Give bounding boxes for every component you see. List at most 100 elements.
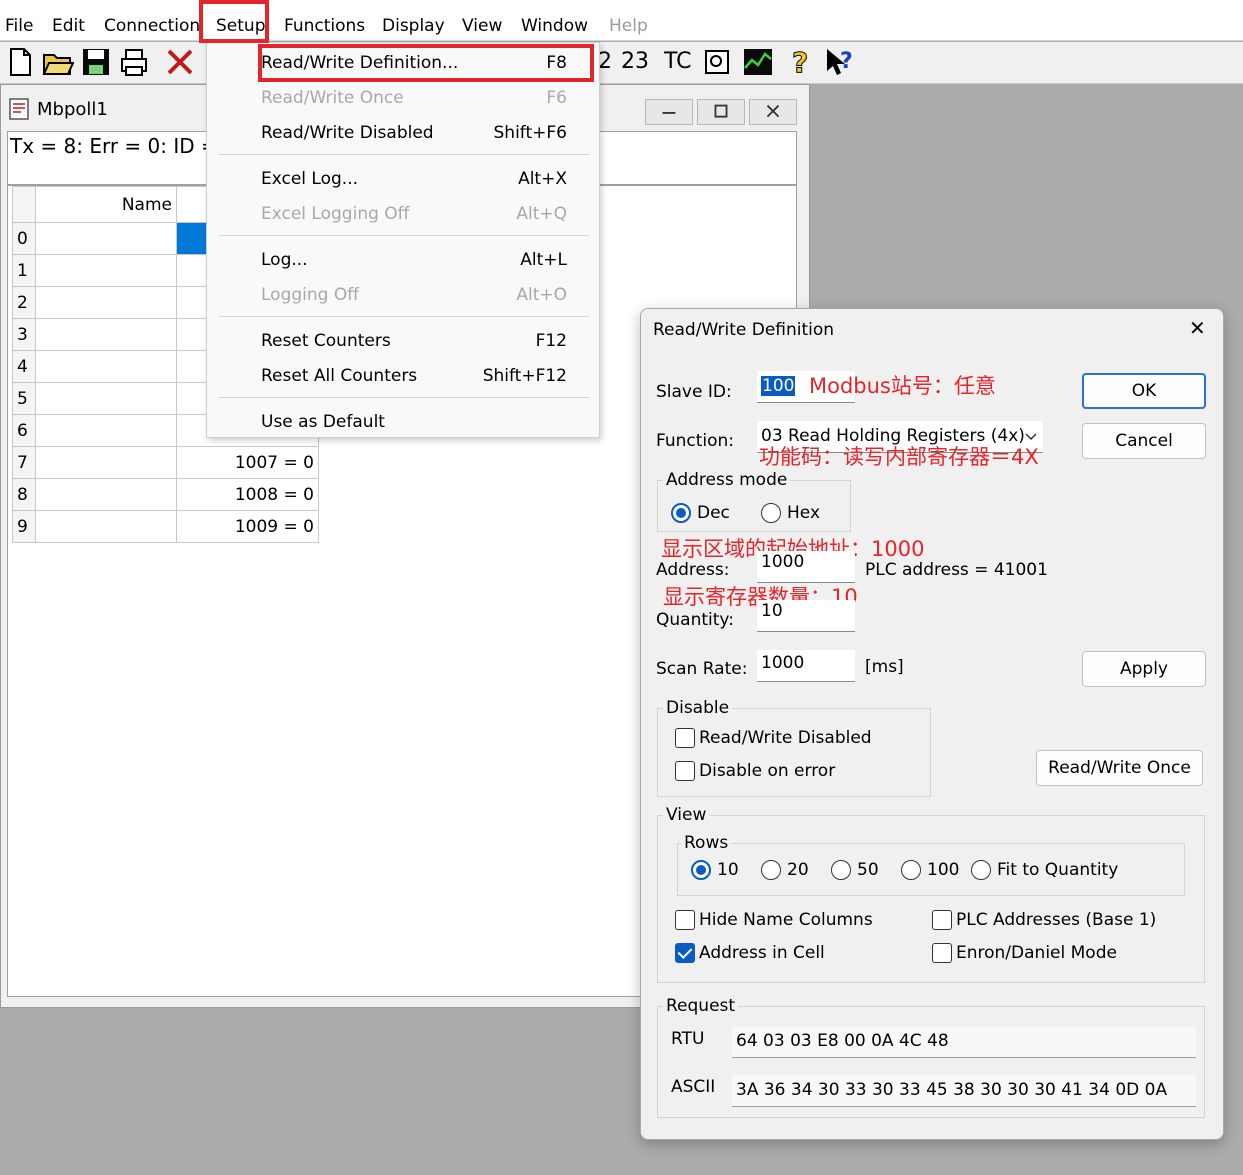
enron-mode-checkbox[interactable] [932,943,952,963]
menu-display[interactable]: Display [382,14,445,38]
cancel-button[interactable]: Cancel [1082,423,1206,459]
row-header: 0 [12,222,36,255]
hex-label: Hex [787,503,821,523]
enron-mode-label: Enron/Daniel Mode [956,943,1117,963]
menu-item-read-write-once[interactable]: Read/Write Once F6 [261,87,567,109]
plc-address-text: PLC address = 41001 [865,560,1048,580]
menu-edit[interactable]: Edit [52,14,85,38]
menu-connection[interactable]: Connection [104,14,200,38]
hex-radio[interactable] [761,503,781,523]
rw-disabled-checkbox[interactable] [675,728,695,748]
minimize-button[interactable] [645,99,693,125]
rows-fit-radio[interactable] [971,860,991,880]
menu-item-use-as-default[interactable]: Use as Default [261,411,567,433]
row-header: 2 [12,286,36,319]
rows-20-radio[interactable] [761,860,781,880]
close-icon[interactable]: ✕ [1189,317,1206,339]
row-header: 4 [12,350,36,383]
plc-addresses-label: PLC Addresses (Base 1) [956,910,1157,930]
menu-separator [219,397,589,398]
setup-menu-dropdown: Read/Write Definition... F8 Read/Write On… [206,42,600,438]
toolbar-2-button[interactable]: 2 [598,48,612,76]
rows-50-radio[interactable] [831,860,851,880]
toolbar: 2 23 TC ? ? [0,42,1243,84]
address-in-cell-checkbox[interactable] [675,943,695,963]
menu-item-read-write-disabled[interactable]: Read/Write Disabled Shift+F6 [261,122,567,144]
quantity-field[interactable]: 10 [757,600,855,632]
slave-id-label: Slave ID: [656,382,732,402]
value-cell[interactable]: 1007 = 0 [176,446,319,479]
context-help-icon[interactable]: ? [824,46,856,78]
value-cell[interactable]: 1008 = 0 [176,478,319,511]
toolbar-23-button[interactable]: 23 [621,48,649,76]
view-group-label: View [663,804,710,826]
address-mode-label: Address mode [663,469,791,491]
menu-item-reset-all-counters[interactable]: Reset All Counters Shift+F12 [261,365,567,387]
row-header: 5 [12,382,36,415]
menu-functions[interactable]: Functions [284,14,365,38]
name-cell[interactable] [35,382,177,415]
rows-100-radio[interactable] [901,860,921,880]
name-cell[interactable] [35,222,177,255]
maximize-button[interactable] [697,99,745,125]
menu-separator [219,235,589,236]
row-header: 6 [12,414,36,447]
print-icon[interactable] [118,46,150,78]
ok-button[interactable]: OK [1082,373,1206,409]
menu-item-log[interactable]: Log... Alt+L [261,249,567,271]
name-cell[interactable] [35,286,177,319]
disable-on-error-checkbox[interactable] [675,761,695,781]
row-header: 7 [12,446,36,479]
disable-group-label: Disable [663,697,733,719]
menu-item-logging-off[interactable]: Logging Off Alt+O [261,284,567,306]
new-file-icon[interactable] [4,46,36,78]
chart-icon[interactable] [742,46,774,78]
menu-item-excel-log[interactable]: Excel Log... Alt+X [261,168,567,190]
annotation-function: 功能码：读写内部寄存器＝4X [759,445,1039,469]
name-cell[interactable] [35,350,177,383]
menu-item-excel-logging-off[interactable]: Excel Logging Off Alt+Q [261,203,567,225]
hide-name-columns-checkbox[interactable] [675,910,695,930]
delete-icon[interactable] [164,46,196,78]
value-cell[interactable]: 1009 = 0 [176,510,319,543]
row-header: 9 [12,510,36,543]
name-cell[interactable] [35,254,177,287]
request-group-label: Request [663,995,739,1017]
rows-fit-label: Fit to Quantity [997,860,1119,880]
toolbar-tc-button[interactable]: TC [664,48,692,76]
close-window-button[interactable] [749,99,797,125]
dec-label: Dec [697,503,730,523]
disable-group [657,708,931,797]
save-icon[interactable] [80,46,112,78]
dec-radio[interactable] [671,503,691,523]
ascii-label: ASCII [671,1077,716,1097]
copy-icon[interactable] [702,46,734,78]
open-folder-icon[interactable] [42,46,74,78]
scan-rate-field[interactable]: 1000 [757,650,855,682]
menu-item-reset-counters[interactable]: Reset Counters F12 [261,330,567,352]
rw-disabled-label: Read/Write Disabled [699,728,872,748]
apply-button[interactable]: Apply [1082,651,1206,687]
chevron-down-icon [1025,433,1037,441]
name-cell[interactable] [35,414,177,447]
name-column-header[interactable]: Name [35,186,177,223]
minimize-icon [662,112,676,114]
name-cell[interactable] [35,446,177,479]
read-write-once-button[interactable]: Read/Write Once [1036,750,1203,786]
help-icon[interactable]: ? [786,46,818,78]
name-cell[interactable] [35,478,177,511]
menu-view[interactable]: View [462,14,502,38]
rows-10-radio[interactable] [691,860,711,880]
maximize-icon [714,104,728,118]
menu-file[interactable]: File [5,14,33,38]
name-cell[interactable] [35,318,177,351]
ascii-value: 3A 36 34 30 33 30 33 45 38 30 30 30 41 3… [732,1075,1196,1107]
address-label: Address: [656,560,730,580]
svg-text:?: ? [840,49,853,74]
menu-window[interactable]: Window [521,14,588,38]
rows-50-label: 50 [857,860,879,880]
name-cell[interactable] [35,510,177,543]
menu-help[interactable]: Help [609,14,648,38]
plc-addresses-checkbox[interactable] [932,910,952,930]
address-field[interactable]: 1000 [757,551,855,583]
